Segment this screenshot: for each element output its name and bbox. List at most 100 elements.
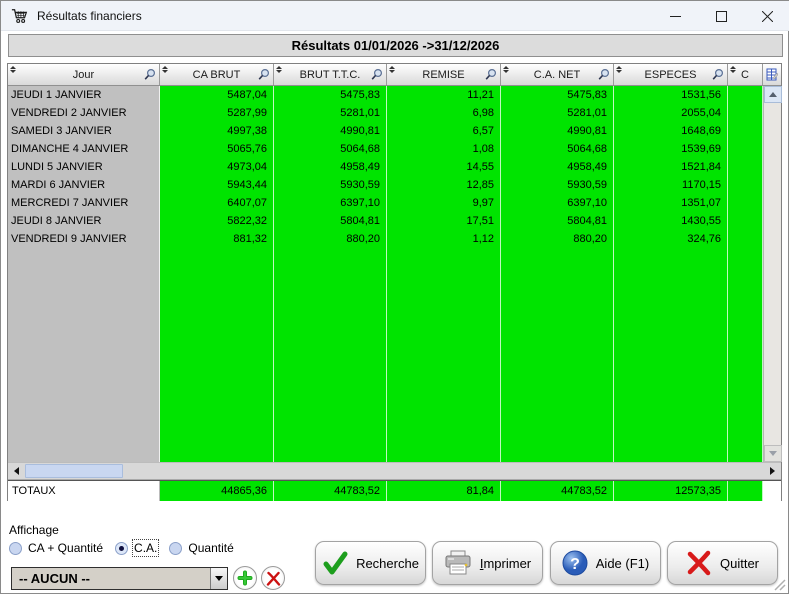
- table-row[interactable]: LUNDI 5 JANVIER4973,044958,4914,554958,4…: [8, 158, 763, 176]
- scroll-down-button[interactable]: [764, 445, 782, 462]
- vertical-scrollbar[interactable]: [763, 86, 781, 462]
- table-options-button[interactable]: [763, 64, 781, 85]
- cell-ca-net[interactable]: 5475,83: [501, 86, 614, 104]
- radio-ca-quantite[interactable]: CA + Quantité: [9, 541, 103, 555]
- cell-ca-net[interactable]: 5804,81: [501, 212, 614, 230]
- column-search-icon[interactable]: [144, 68, 156, 81]
- cell-ca-net[interactable]: 4958,49: [501, 158, 614, 176]
- cell-remise[interactable]: 1,12: [387, 230, 501, 248]
- cell-ca-brut[interactable]: 6407,07: [160, 194, 274, 212]
- radio-ca[interactable]: C.A.: [115, 541, 157, 555]
- cell-brut-ttc[interactable]: 5281,01: [274, 104, 387, 122]
- cell-remise[interactable]: 14,55: [387, 158, 501, 176]
- cell-ca-brut[interactable]: 4997,38: [160, 122, 274, 140]
- cell-jour[interactable]: JEUDI 8 JANVIER: [8, 212, 160, 230]
- cell-ca-net[interactable]: 6397,10: [501, 194, 614, 212]
- cell-especes[interactable]: 2055,04: [614, 104, 728, 122]
- filter-dropdown[interactable]: -- AUCUN --: [11, 567, 228, 590]
- cell-jour[interactable]: LUNDI 5 JANVIER: [8, 158, 160, 176]
- scroll-up-button[interactable]: [764, 86, 782, 103]
- help-button[interactable]: ? Aide (F1): [550, 541, 661, 585]
- scroll-left-button[interactable]: [8, 463, 25, 479]
- column-search-icon[interactable]: [598, 68, 610, 81]
- radio-circle-icon[interactable]: [9, 542, 22, 555]
- cell-remise[interactable]: 9,97: [387, 194, 501, 212]
- cell-brut-ttc[interactable]: 880,20: [274, 230, 387, 248]
- table-row[interactable]: VENDREDI 9 JANVIER881,32880,201,12880,20…: [8, 230, 763, 248]
- cell-jour[interactable]: MARDI 6 JANVIER: [8, 176, 160, 194]
- table-row[interactable]: MARDI 6 JANVIER5943,445930,5912,855930,5…: [8, 176, 763, 194]
- horizontal-scrollbar[interactable]: [8, 462, 781, 480]
- print-button[interactable]: Imprimer: [432, 541, 543, 585]
- table-row[interactable]: VENDREDI 2 JANVIER5287,995281,016,985281…: [8, 104, 763, 122]
- maximize-button[interactable]: [698, 1, 744, 31]
- cell-ca-brut[interactable]: 5065,76: [160, 140, 274, 158]
- table-row[interactable]: DIMANCHE 4 JANVIER5065,765064,681,085064…: [8, 140, 763, 158]
- cell-ca-brut[interactable]: 4973,04: [160, 158, 274, 176]
- cell-remise[interactable]: 6,98: [387, 104, 501, 122]
- add-filter-button[interactable]: [233, 566, 257, 590]
- scroll-right-button[interactable]: [764, 463, 781, 479]
- cell-brut-ttc[interactable]: 4958,49: [274, 158, 387, 176]
- cell-brut-ttc[interactable]: 6397,10: [274, 194, 387, 212]
- cell-brut-ttc[interactable]: 5064,68: [274, 140, 387, 158]
- cell-brut-ttc[interactable]: 5475,83: [274, 86, 387, 104]
- cell-ca-brut[interactable]: 5943,44: [160, 176, 274, 194]
- cell-remise[interactable]: 11,21: [387, 86, 501, 104]
- cell-remise[interactable]: 6,57: [387, 122, 501, 140]
- column-header-especes[interactable]: ESPECES: [614, 64, 728, 85]
- cell-especes[interactable]: 1170,15: [614, 176, 728, 194]
- cell-ca-brut[interactable]: 5487,04: [160, 86, 274, 104]
- column-header-c[interactable]: C: [728, 64, 763, 85]
- cell-jour[interactable]: MERCREDI 7 JANVIER: [8, 194, 160, 212]
- cell-jour[interactable]: SAMEDI 3 JANVIER: [8, 122, 160, 140]
- cell-jour[interactable]: DIMANCHE 4 JANVIER: [8, 140, 160, 158]
- cell-jour[interactable]: VENDREDI 2 JANVIER: [8, 104, 160, 122]
- cell-brut-ttc[interactable]: 4990,81: [274, 122, 387, 140]
- horizontal-scroll-thumb[interactable]: [25, 464, 123, 478]
- quit-button[interactable]: Quitter: [667, 541, 778, 585]
- delete-filter-button[interactable]: [261, 566, 285, 590]
- cell-ca-brut[interactable]: 5822,32: [160, 212, 274, 230]
- column-search-icon[interactable]: [485, 68, 497, 81]
- cell-brut-ttc[interactable]: 5804,81: [274, 212, 387, 230]
- column-resize-icon[interactable]: [9, 64, 16, 74]
- cell-jour[interactable]: JEUDI 1 JANVIER: [8, 86, 160, 104]
- cell-especes[interactable]: 1648,69: [614, 122, 728, 140]
- column-search-icon[interactable]: [258, 68, 270, 81]
- table-row[interactable]: JEUDI 1 JANVIER5487,045475,8311,215475,8…: [8, 86, 763, 104]
- table-row[interactable]: MERCREDI 7 JANVIER6407,076397,109,976397…: [8, 194, 763, 212]
- column-header-ca-brut[interactable]: CA BRUT: [160, 64, 274, 85]
- resize-grip[interactable]: [773, 578, 786, 591]
- cell-ca-net[interactable]: 4990,81: [501, 122, 614, 140]
- minimize-button[interactable]: [652, 1, 698, 31]
- cell-ca-brut[interactable]: 881,32: [160, 230, 274, 248]
- dropdown-arrow-button[interactable]: [210, 568, 227, 589]
- column-search-icon[interactable]: [371, 68, 383, 81]
- radio-circle-icon[interactable]: [115, 542, 128, 555]
- radio-circle-icon[interactable]: [169, 542, 182, 555]
- column-header-jour[interactable]: Jour: [8, 64, 160, 85]
- column-header-remise[interactable]: REMISE: [387, 64, 501, 85]
- cell-especes[interactable]: 1539,69: [614, 140, 728, 158]
- column-resize-icon[interactable]: [502, 64, 509, 74]
- column-header-brut-t-t-c-[interactable]: BRUT T.T.C.: [274, 64, 387, 85]
- cell-remise[interactable]: 17,51: [387, 212, 501, 230]
- search-button[interactable]: Recherche: [315, 541, 426, 585]
- column-resize-icon[interactable]: [615, 64, 622, 74]
- cell-ca-net[interactable]: 5281,01: [501, 104, 614, 122]
- column-search-icon[interactable]: [712, 68, 724, 81]
- cell-especes[interactable]: 1351,07: [614, 194, 728, 212]
- column-resize-icon[interactable]: [729, 64, 736, 74]
- cell-remise[interactable]: 12,85: [387, 176, 501, 194]
- cell-especes[interactable]: 1430,55: [614, 212, 728, 230]
- column-header-c-a-net[interactable]: C.A. NET: [501, 64, 614, 85]
- column-resize-icon[interactable]: [388, 64, 395, 74]
- radio-quantite[interactable]: Quantité: [169, 541, 233, 555]
- cell-ca-net[interactable]: 5064,68: [501, 140, 614, 158]
- column-resize-icon[interactable]: [275, 64, 282, 74]
- cell-brut-ttc[interactable]: 5930,59: [274, 176, 387, 194]
- table-row[interactable]: JEUDI 8 JANVIER5822,325804,8117,515804,8…: [8, 212, 763, 230]
- column-resize-icon[interactable]: [161, 64, 168, 74]
- table-row[interactable]: SAMEDI 3 JANVIER4997,384990,816,574990,8…: [8, 122, 763, 140]
